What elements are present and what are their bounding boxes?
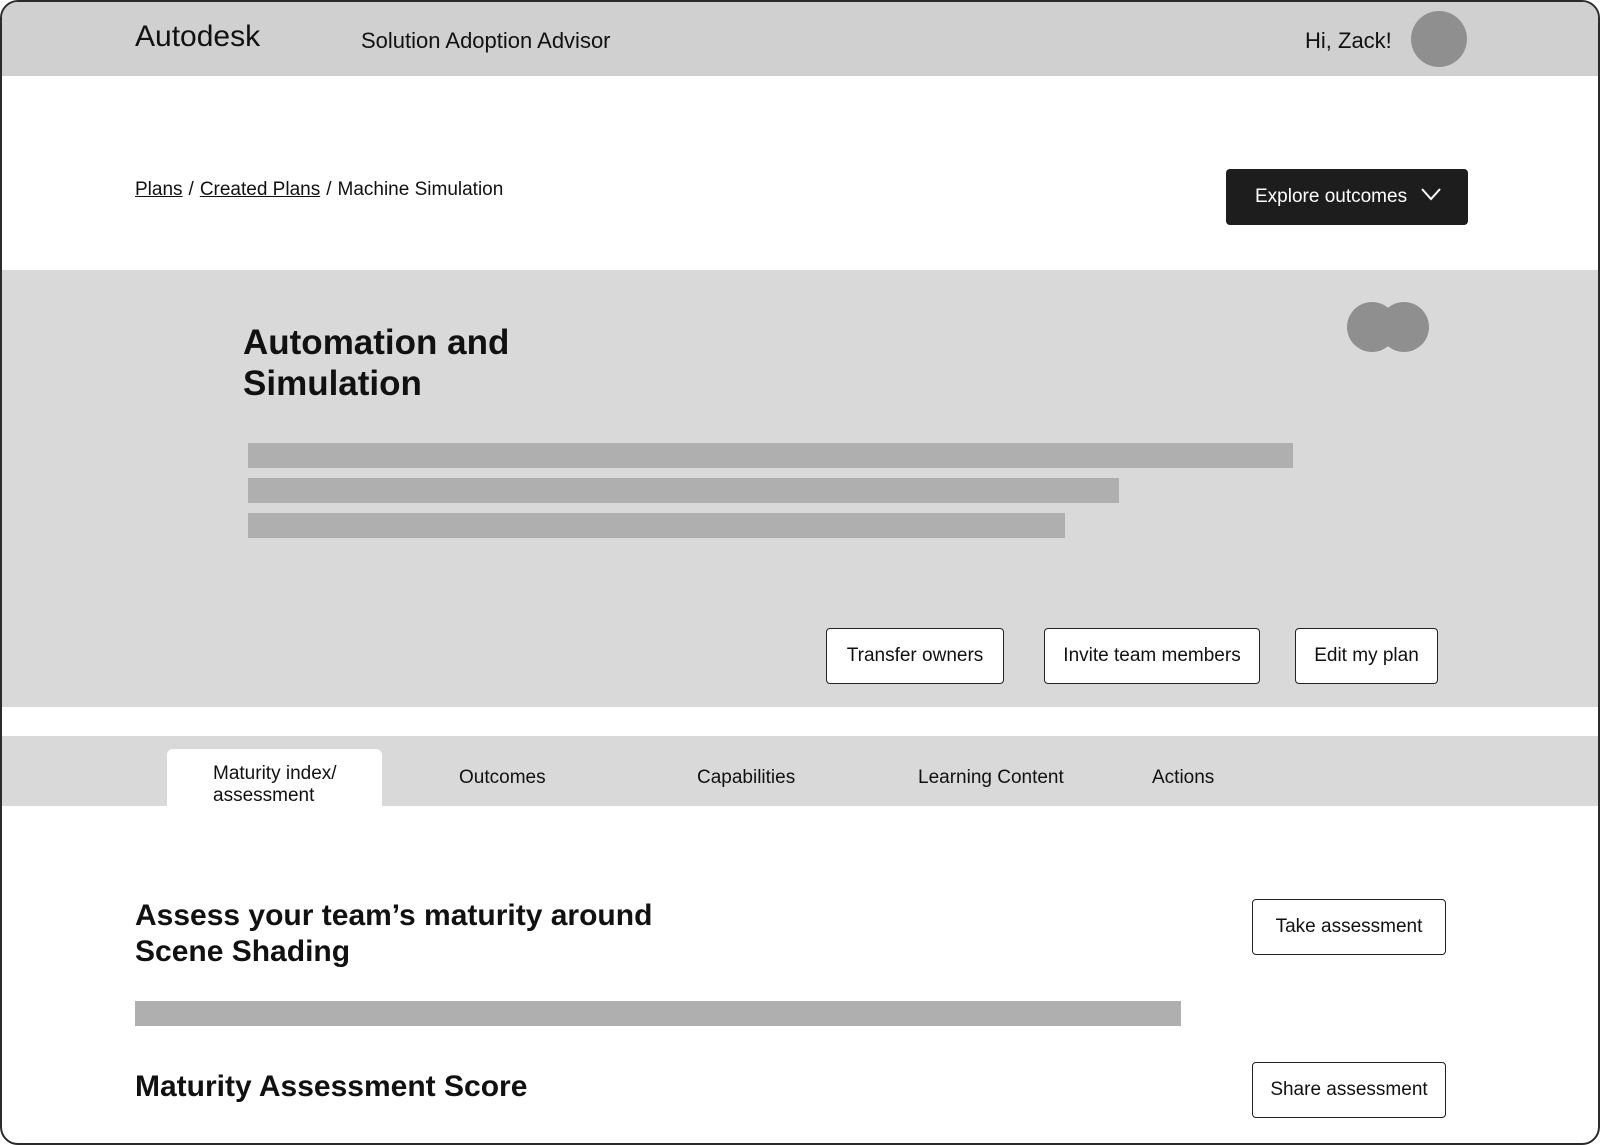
user-greeting: Hi, Zack! (1305, 28, 1392, 53)
edit-my-plan-button[interactable]: Edit my plan (1295, 628, 1438, 684)
plan-hero: Automation and Simulation Transfer owner… (2, 270, 1598, 707)
description-placeholder-line (248, 513, 1065, 538)
transfer-owners-button[interactable]: Transfer owners (826, 628, 1004, 684)
team-avatars-icon (1347, 302, 1431, 354)
assessment-heading: Assess your team’s maturity around Scene… (135, 899, 653, 968)
tab-bar: Maturity index/ assessment Outcomes Capa… (2, 736, 1598, 806)
share-assessment-button[interactable]: Share assessment (1252, 1062, 1446, 1118)
tab-outcomes[interactable]: Outcomes (459, 767, 546, 789)
breadcrumb-separator: / (326, 179, 332, 200)
explore-outcomes-button[interactable]: Explore outcomes (1226, 169, 1468, 225)
breadcrumb-plans[interactable]: Plans (135, 179, 183, 201)
tab-actions[interactable]: Actions (1152, 767, 1214, 789)
plan-title: Automation and Simulation (243, 323, 510, 403)
top-bar: Autodesk Solution Adoption Advisor Hi, Z… (2, 2, 1598, 76)
app-window: Autodesk Solution Adoption Advisor Hi, Z… (0, 0, 1600, 1145)
maturity-score-heading: Maturity Assessment Score (135, 1070, 528, 1103)
invite-team-members-button[interactable]: Invite team members (1044, 628, 1260, 684)
breadcrumb: Plans / Created Plans / Machine Simulati… (135, 179, 503, 201)
avatar[interactable] (1411, 11, 1467, 67)
description-placeholder-line (248, 443, 1293, 468)
breadcrumb-created-plans[interactable]: Created Plans (200, 179, 320, 201)
brand-logo[interactable]: Autodesk (135, 20, 260, 54)
explore-outcomes-label: Explore outcomes (1255, 186, 1408, 207)
tab-maturity-index[interactable]: Maturity index/ assessment (167, 749, 382, 806)
chevron-down-icon (1421, 188, 1441, 201)
app-title: Solution Adoption Advisor (361, 28, 611, 53)
breadcrumb-separator: / (188, 179, 194, 200)
tab-learning-content[interactable]: Learning Content (918, 767, 1064, 789)
description-placeholder-line (248, 478, 1119, 503)
breadcrumb-current: Machine Simulation (337, 179, 504, 200)
assessment-placeholder-line (135, 1001, 1181, 1026)
take-assessment-button[interactable]: Take assessment (1252, 899, 1446, 955)
tab-capabilities[interactable]: Capabilities (697, 767, 795, 789)
